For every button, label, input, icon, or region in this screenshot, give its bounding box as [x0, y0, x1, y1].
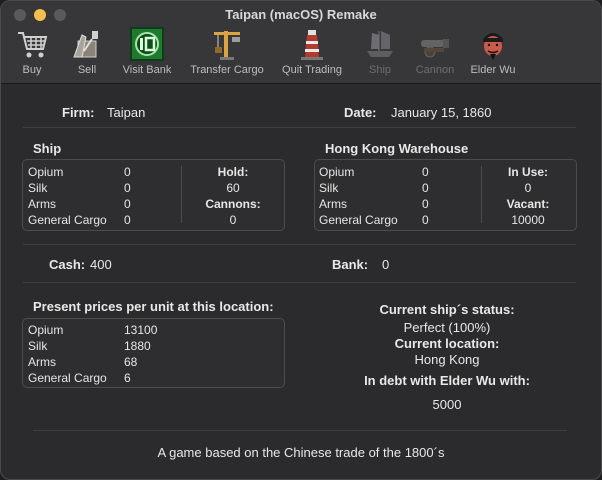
ship-item-qty: 0 — [124, 165, 131, 179]
warehouse-item-name: Silk — [319, 181, 339, 195]
prices-title: Present prices per unit at this location… — [33, 299, 274, 314]
ship-button[interactable]: Ship — [363, 27, 397, 76]
ship-item-qty: 0 — [124, 181, 131, 195]
ship-cargo-box: Opium 0 Silk 0 Arms 0 General Cargo 0 Ho… — [22, 159, 285, 231]
price-item-name: Opium — [28, 323, 64, 337]
in-use-value: 0 — [524, 181, 532, 195]
vacant-label: Vacant: — [506, 197, 550, 211]
sell-button[interactable]: Sell — [70, 27, 104, 76]
date-label: Date: — [344, 105, 377, 120]
warehouse-item-qty: 0 — [422, 165, 429, 179]
crane-icon — [214, 31, 240, 60]
hold-value: 60 — [226, 181, 240, 195]
warehouse-item-qty: 0 — [422, 181, 429, 195]
date-value: January 15, 1860 — [391, 105, 492, 120]
vacant-value: 10000 — [511, 213, 545, 227]
ship-status-label: Current ship´s status: — [379, 302, 515, 317]
ship-box-divider — [181, 166, 182, 223]
current-location-label: Current location: — [394, 336, 500, 351]
cash-label: Cash: — [49, 257, 86, 272]
app-window: Taipan (macOS) Remake Buy Sell Visit Ban… — [0, 0, 602, 480]
divider — [23, 127, 576, 128]
warehouse-item-name: Opium — [319, 165, 355, 179]
divider — [33, 430, 567, 431]
shopping-cart-icon — [18, 32, 48, 58]
firm-value: Taipan — [107, 105, 146, 120]
debt-value: 5000 — [432, 397, 462, 412]
ship-item-name: Silk — [28, 181, 48, 195]
buy-label: Buy — [22, 64, 42, 76]
ship-item-name: General Cargo — [28, 213, 107, 227]
title-bar: Taipan (macOS) Remake Buy Sell Visit Ban… — [1, 1, 601, 84]
prices-box: Opium 13100 Silk 1880 Arms 68 General Ca… — [22, 318, 285, 388]
window-title: Taipan (macOS) Remake — [225, 7, 377, 22]
price-item-value: 1880 — [124, 339, 151, 353]
ship-item-name: Arms — [28, 197, 56, 211]
elder-wu-face-icon — [483, 33, 503, 60]
price-item-value: 6 — [124, 371, 131, 385]
cannon-button[interactable]: Cannon — [412, 27, 458, 76]
quit-trading-label: Quit Trading — [282, 64, 342, 76]
bank-label: Bank: — [332, 257, 369, 272]
elder-wu-button[interactable]: Elder Wu — [466, 27, 520, 76]
ship-status-value: Perfect (100%) — [403, 320, 491, 335]
warehouse-item-name: General Cargo — [319, 213, 398, 227]
price-item-name: Arms — [28, 355, 56, 369]
transfer-cargo-label: Transfer Cargo — [190, 64, 264, 76]
cannons-value: 0 — [229, 213, 237, 227]
ship-item-qty: 0 — [124, 213, 131, 227]
divider — [23, 244, 576, 245]
debt-label: In debt with Elder Wu with: — [364, 373, 530, 388]
warehouse-item-qty: 0 — [422, 213, 429, 227]
current-location-value: Hong Kong — [414, 352, 480, 367]
bank-icon — [130, 27, 164, 61]
ship-section-title: Ship — [33, 141, 62, 156]
price-item-name: Silk — [28, 339, 48, 353]
sell-label: Sell — [77, 64, 97, 76]
bank-value: 0 — [382, 257, 390, 272]
warehouse-section-title: Hong Kong Warehouse — [325, 141, 469, 156]
ship-item-name: Opium — [28, 165, 64, 179]
visit-bank-button[interactable]: Visit Bank — [119, 27, 175, 76]
warehouse-item-qty: 0 — [422, 197, 429, 211]
footer-text: A game based on the Chinese trade of the… — [157, 445, 445, 460]
visit-bank-label: Visit Bank — [122, 64, 172, 76]
hold-label: Hold: — [217, 165, 249, 179]
price-item-name: General Cargo — [28, 371, 107, 385]
quit-trading-button[interactable]: Quit Trading — [278, 27, 346, 76]
ship-label: Ship — [368, 64, 392, 76]
price-item-value: 68 — [124, 355, 138, 369]
warehouse-item-name: Arms — [319, 197, 347, 211]
main-content: Firm: Taipan Date: January 15, 1860 Ship… — [1, 84, 601, 479]
cannon-icon — [421, 39, 449, 58]
firm-label: Firm: — [62, 105, 95, 120]
in-use-label: In Use: — [507, 165, 548, 179]
cannon-label: Cannon — [415, 64, 455, 76]
lighthouse-icon — [301, 30, 323, 60]
transfer-cargo-button[interactable]: Transfer Cargo — [186, 27, 268, 76]
warehouse-box: Opium 0 Silk 0 Arms 0 General Cargo 0 In… — [314, 159, 577, 231]
elder-wu-label: Elder Wu — [470, 64, 516, 76]
sell-icon — [73, 31, 98, 58]
junk-ship-icon — [367, 31, 393, 57]
cannons-label: Cannons: — [205, 197, 261, 211]
price-item-value: 13100 — [124, 323, 158, 337]
divider — [23, 282, 576, 283]
cash-value: 400 — [90, 257, 112, 272]
buy-button[interactable]: Buy — [14, 27, 50, 76]
ship-item-qty: 0 — [124, 197, 131, 211]
